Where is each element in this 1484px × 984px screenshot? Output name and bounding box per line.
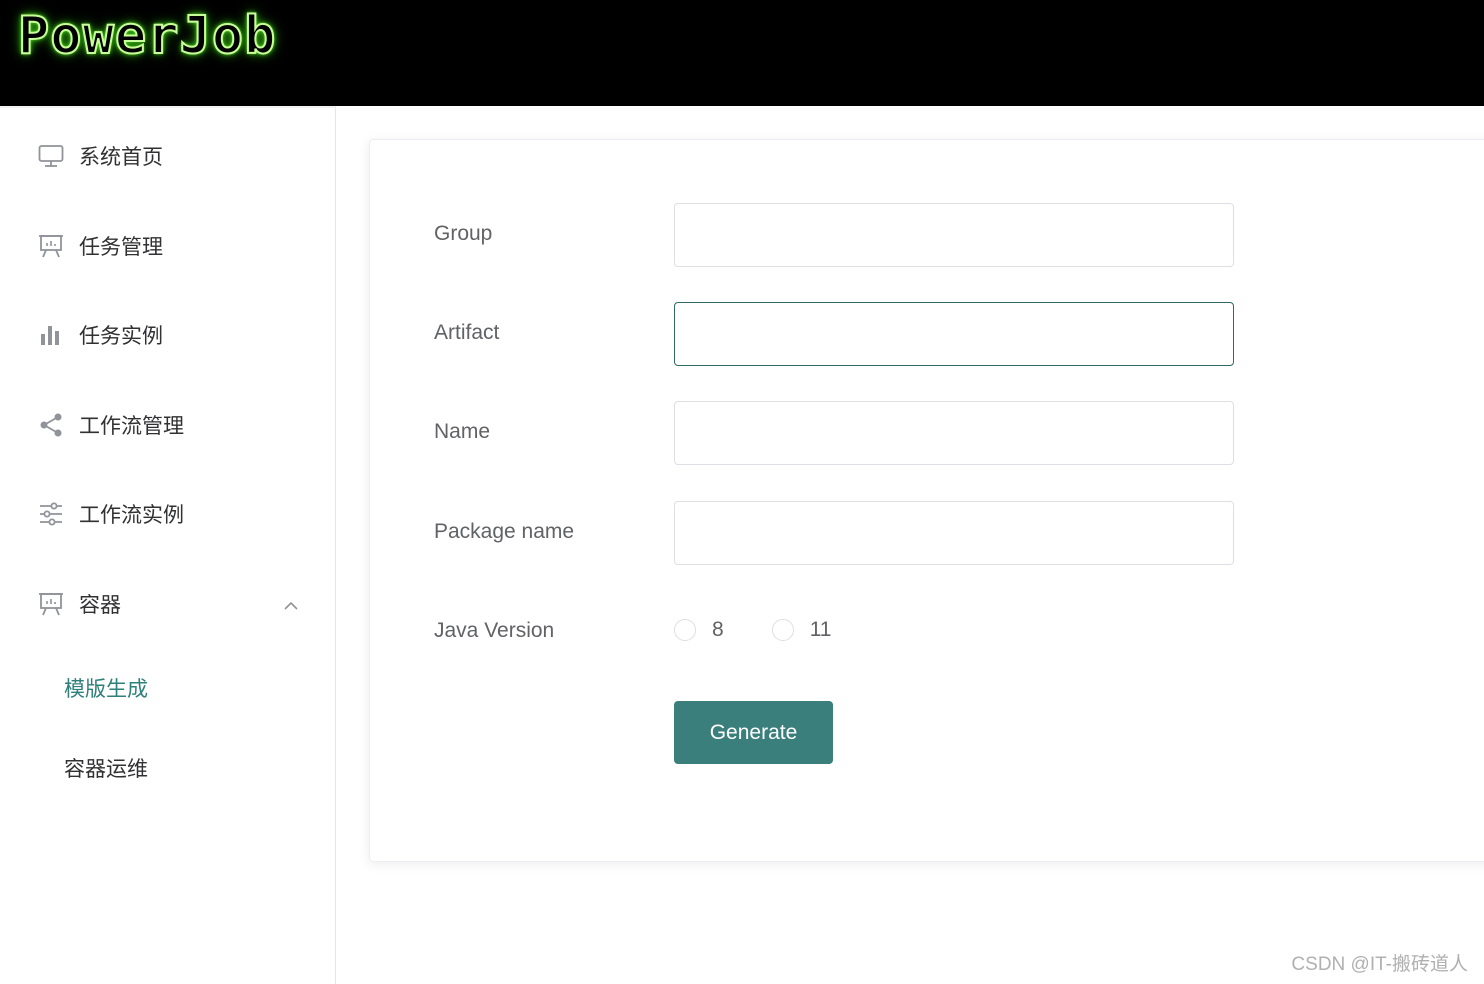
package-name-input[interactable] [674,501,1234,565]
group-input[interactable] [674,203,1234,267]
form-row-group: Group [434,203,1234,267]
group-label: Group [434,222,493,245]
java-version-label: Java Version [434,619,555,642]
radio-circle[interactable] [674,619,696,641]
top-header: PowerJob [0,0,1484,106]
sidebar-item-label: 系统首页 [79,146,163,169]
sidebar-item-label: 任务管理 [79,236,163,259]
sidebar-item-job-instances[interactable]: 任务实例 [0,307,335,363]
main-content: Group Artifact Name Package name Java Ve… [336,106,1484,984]
sidebar-subitem-label: 模版生成 [64,678,148,701]
share-nodes-icon [38,412,64,438]
name-input[interactable] [674,401,1234,465]
form-row-package-name: Package name [434,501,1234,565]
sidebar-item-label: 工作流实例 [79,504,184,527]
sliders-icon [38,501,64,527]
sidebar: 系统首页 任务管理 任务实例 工作流管理 工作流实例 容器 模版生成 容器运维 [0,106,336,984]
name-label: Name [434,420,491,443]
presentation-board-icon [38,233,64,259]
form-row-java-version: Java Version 8 11 [434,600,1234,664]
chevron-up-icon[interactable] [284,598,298,610]
powerjob-logo[interactable]: PowerJob [17,5,276,67]
java-version-option-11[interactable]: 11 [771,618,832,642]
radio-label: 11 [809,618,832,641]
radio-circle[interactable] [771,619,794,641]
csdn-watermark: CSDN @IT-搬砖道人 [1291,954,1468,975]
java-version-radio-group: 8 11 [674,618,880,642]
sidebar-subitem-label: 容器运维 [64,758,148,781]
package-name-label: Package name [434,520,575,543]
sidebar-item-label: 工作流管理 [79,415,184,438]
artifact-input[interactable] [674,302,1234,366]
monitor-icon [38,143,64,169]
sidebar-item-label: 任务实例 [79,325,163,348]
sidebar-item-label: 容器 [79,594,121,617]
java-version-option-8[interactable]: 8 [674,618,724,642]
radio-label: 8 [712,618,724,641]
bar-chart-icon [38,322,64,348]
sidebar-subitem-template-generate[interactable]: 模版生成 [0,660,335,716]
generate-button[interactable]: Generate [674,701,833,764]
sidebar-item-workflow-management[interactable]: 工作流管理 [0,397,335,453]
sidebar-item-job-management[interactable]: 任务管理 [0,218,335,274]
form-row-name: Name [434,401,1234,465]
form-row-artifact: Artifact [434,302,1234,366]
sidebar-item-containers[interactable]: 容器 [0,576,335,632]
sidebar-item-workflow-instances[interactable]: 工作流实例 [0,486,335,542]
sidebar-subitem-container-ops[interactable]: 容器运维 [0,740,335,796]
artifact-label: Artifact [434,321,500,344]
sidebar-item-home[interactable]: 系统首页 [0,128,335,184]
template-form-card: Group Artifact Name Package name Java Ve… [369,139,1484,862]
presentation-board-icon [38,591,64,617]
